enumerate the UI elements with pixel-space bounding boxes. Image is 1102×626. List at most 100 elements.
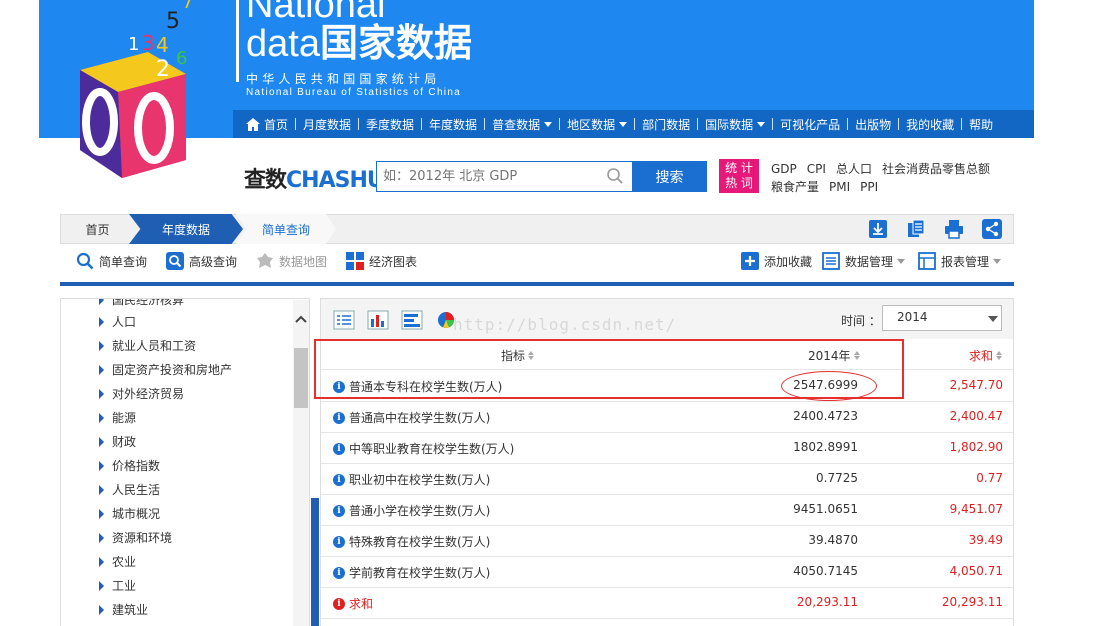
print-icon[interactable]	[944, 219, 964, 239]
breadcrumb-annual-data[interactable]: 年度数据	[129, 214, 243, 244]
sidebar-item-label: 资源和环境	[112, 531, 173, 545]
econ-chart-button[interactable]: 经济图表	[346, 252, 417, 270]
nav-item-2[interactable]: 季度数据	[359, 110, 421, 138]
nav-item-3[interactable]: 年度数据	[422, 110, 484, 138]
breadcrumb-simple-query[interactable]: 简单查询	[236, 214, 336, 244]
info-icon[interactable]: i	[333, 504, 345, 517]
hot-words-row-1: GDP CPI 总人口 社会消费品零售总额	[771, 160, 1000, 177]
search-input[interactable]	[376, 161, 632, 192]
nav-item-0[interactable]: 首页	[239, 110, 295, 138]
cell-value: 1802.8991	[793, 440, 858, 454]
nav-item-9[interactable]: 出版物	[848, 110, 898, 138]
sidebar-item[interactable]: 人民生活	[99, 481, 160, 498]
cell-indicator[interactable]: i 求和	[333, 595, 373, 612]
cell-indicator[interactable]: i 特殊教育在校学生数(万人)	[333, 533, 490, 550]
info-icon[interactable]: i	[333, 566, 345, 579]
indicator-name: 特殊教育在校学生数(万人)	[349, 535, 491, 549]
chevron-down-icon[interactable]	[988, 316, 998, 322]
nav-item-4[interactable]: 普查数据	[485, 110, 559, 138]
search-button[interactable]: 搜索	[632, 161, 707, 192]
expand-arrow-icon	[99, 412, 104, 423]
hot-word-link[interactable]: GDP	[771, 162, 797, 176]
nbs-logo-icon: 1 2 3 4 5 6 7	[80, 0, 193, 178]
hot-word-link[interactable]: 社会消费品零售总额	[882, 162, 990, 176]
breadcrumb-home[interactable]: 首页	[60, 214, 135, 244]
hot-words-badge: 统 计热 词	[719, 159, 759, 193]
sidebar-collapse-handle[interactable]	[311, 498, 319, 626]
nav-item-6[interactable]: 部门数据	[635, 110, 697, 138]
info-icon[interactable]: i	[333, 442, 345, 455]
nav-separator	[634, 118, 636, 130]
sidebar-item[interactable]: 人口	[99, 313, 136, 330]
nav-item-1[interactable]: 月度数据	[296, 110, 358, 138]
query-toolbar: 简单查询 高级查询 数据地图 经济图表 添加收藏 数据管理 报表管理	[60, 252, 1014, 278]
sidebar-item[interactable]: 财政	[99, 433, 136, 450]
add-favorite-button[interactable]: 添加收藏	[741, 252, 812, 270]
hot-word-link[interactable]: PMI	[829, 180, 850, 194]
time-select[interactable]: 2014	[882, 305, 1002, 331]
sidebar-item[interactable]: 农业	[99, 553, 136, 570]
hot-word-link[interactable]: 粮食产量	[771, 180, 819, 194]
sidebar-item[interactable]: 固定资产投资和房地产	[99, 361, 232, 378]
sidebar-item[interactable]: 国民经济核算	[99, 299, 184, 308]
advanced-query-button[interactable]: 高级查询	[166, 252, 237, 270]
cell-sum: 0.77	[976, 471, 1003, 485]
table-row: i 学前教育在校学生数(万人) 4050.7145 4,050.71	[321, 557, 1013, 588]
header-sum[interactable]: 求和	[969, 347, 1003, 364]
scroll-up-icon[interactable]	[295, 314, 307, 324]
info-icon[interactable]: i	[333, 597, 345, 610]
sidebar-item[interactable]: 工业	[99, 577, 136, 594]
sidebar-item[interactable]: 就业人员和工资	[99, 337, 196, 354]
main-nav: 首页 月度数据 季度数据 年度数据 普查数据 地区数据 部门数据 国际数据 可视化产品 出版物 我的…	[233, 110, 1034, 138]
table-view-icon[interactable]	[333, 309, 355, 331]
logo-digit: 4	[156, 33, 169, 57]
search-icon[interactable]	[606, 167, 624, 185]
chashu-logo-cn: 查数	[244, 168, 287, 193]
info-icon[interactable]: i	[333, 411, 345, 424]
expand-arrow-icon	[99, 532, 104, 543]
cell-indicator[interactable]: i 职业初中在校学生数(万人)	[333, 471, 490, 488]
download-icon[interactable]	[868, 219, 888, 239]
hot-word-link[interactable]: 总人口	[836, 162, 872, 176]
sidebar-item[interactable]: 建筑业	[99, 601, 148, 618]
cell-value: 39.4870	[808, 533, 858, 547]
cell-indicator[interactable]: i 普通小学在校学生数(万人)	[333, 502, 490, 519]
sidebar-item[interactable]: 价格指数	[99, 457, 160, 474]
sidebar-item-label: 财政	[112, 435, 137, 449]
info-icon[interactable]: i	[333, 473, 345, 486]
report-manage-button[interactable]: 报表管理	[918, 252, 1002, 270]
hot-badge-bottom: 热 词	[725, 176, 753, 190]
bar-chart-icon[interactable]	[367, 309, 389, 331]
simple-query-button[interactable]: 简单查询	[76, 252, 147, 270]
hot-word-link[interactable]: PPI	[860, 180, 878, 194]
sidebar-item[interactable]: 资源和环境	[99, 529, 172, 546]
hot-word-link[interactable]: CPI	[807, 162, 826, 176]
cell-indicator[interactable]: i 普通高中在校学生数(万人)	[333, 409, 490, 426]
nav-item-11[interactable]: 帮助	[962, 110, 1000, 138]
horizontal-bar-icon[interactable]	[401, 309, 423, 331]
expand-arrow-icon	[99, 484, 104, 495]
cell-indicator[interactable]: i 学前教育在校学生数(万人)	[333, 564, 490, 581]
nav-item-7[interactable]: 国际数据	[698, 110, 772, 138]
sidebar-item[interactable]: 对外经济贸易	[99, 385, 184, 402]
nav-item-10[interactable]: 我的收藏	[899, 110, 961, 138]
sidebar-item-label: 工业	[112, 579, 137, 593]
table-row: i 普通高中在校学生数(万人) 2400.4723 2,400.47	[321, 402, 1013, 433]
nav-item-8[interactable]: 可视化产品	[773, 110, 847, 138]
nav-label: 出版物	[855, 117, 892, 132]
info-icon[interactable]: i	[333, 535, 345, 548]
chevron-down-icon	[544, 121, 553, 127]
cell-indicator[interactable]: i 中等职业教育在校学生数(万人)	[333, 440, 514, 457]
time-label: 时间 ：	[841, 314, 881, 328]
share-icon[interactable]	[982, 219, 1002, 239]
data-manage-button[interactable]: 数据管理	[822, 252, 906, 270]
sort-icon[interactable]	[996, 351, 1003, 360]
nav-separator	[772, 118, 774, 130]
cell-sum: 4,050.71	[949, 564, 1003, 578]
sidebar-item[interactable]: 能源	[99, 409, 136, 426]
data-map-button[interactable]: 数据地图	[256, 252, 327, 270]
sidebar-scroll-thumb[interactable]	[294, 348, 308, 408]
copy-icon[interactable]	[906, 219, 926, 239]
sidebar-item[interactable]: 城市概况	[99, 505, 160, 522]
nav-item-5[interactable]: 地区数据	[560, 110, 634, 138]
